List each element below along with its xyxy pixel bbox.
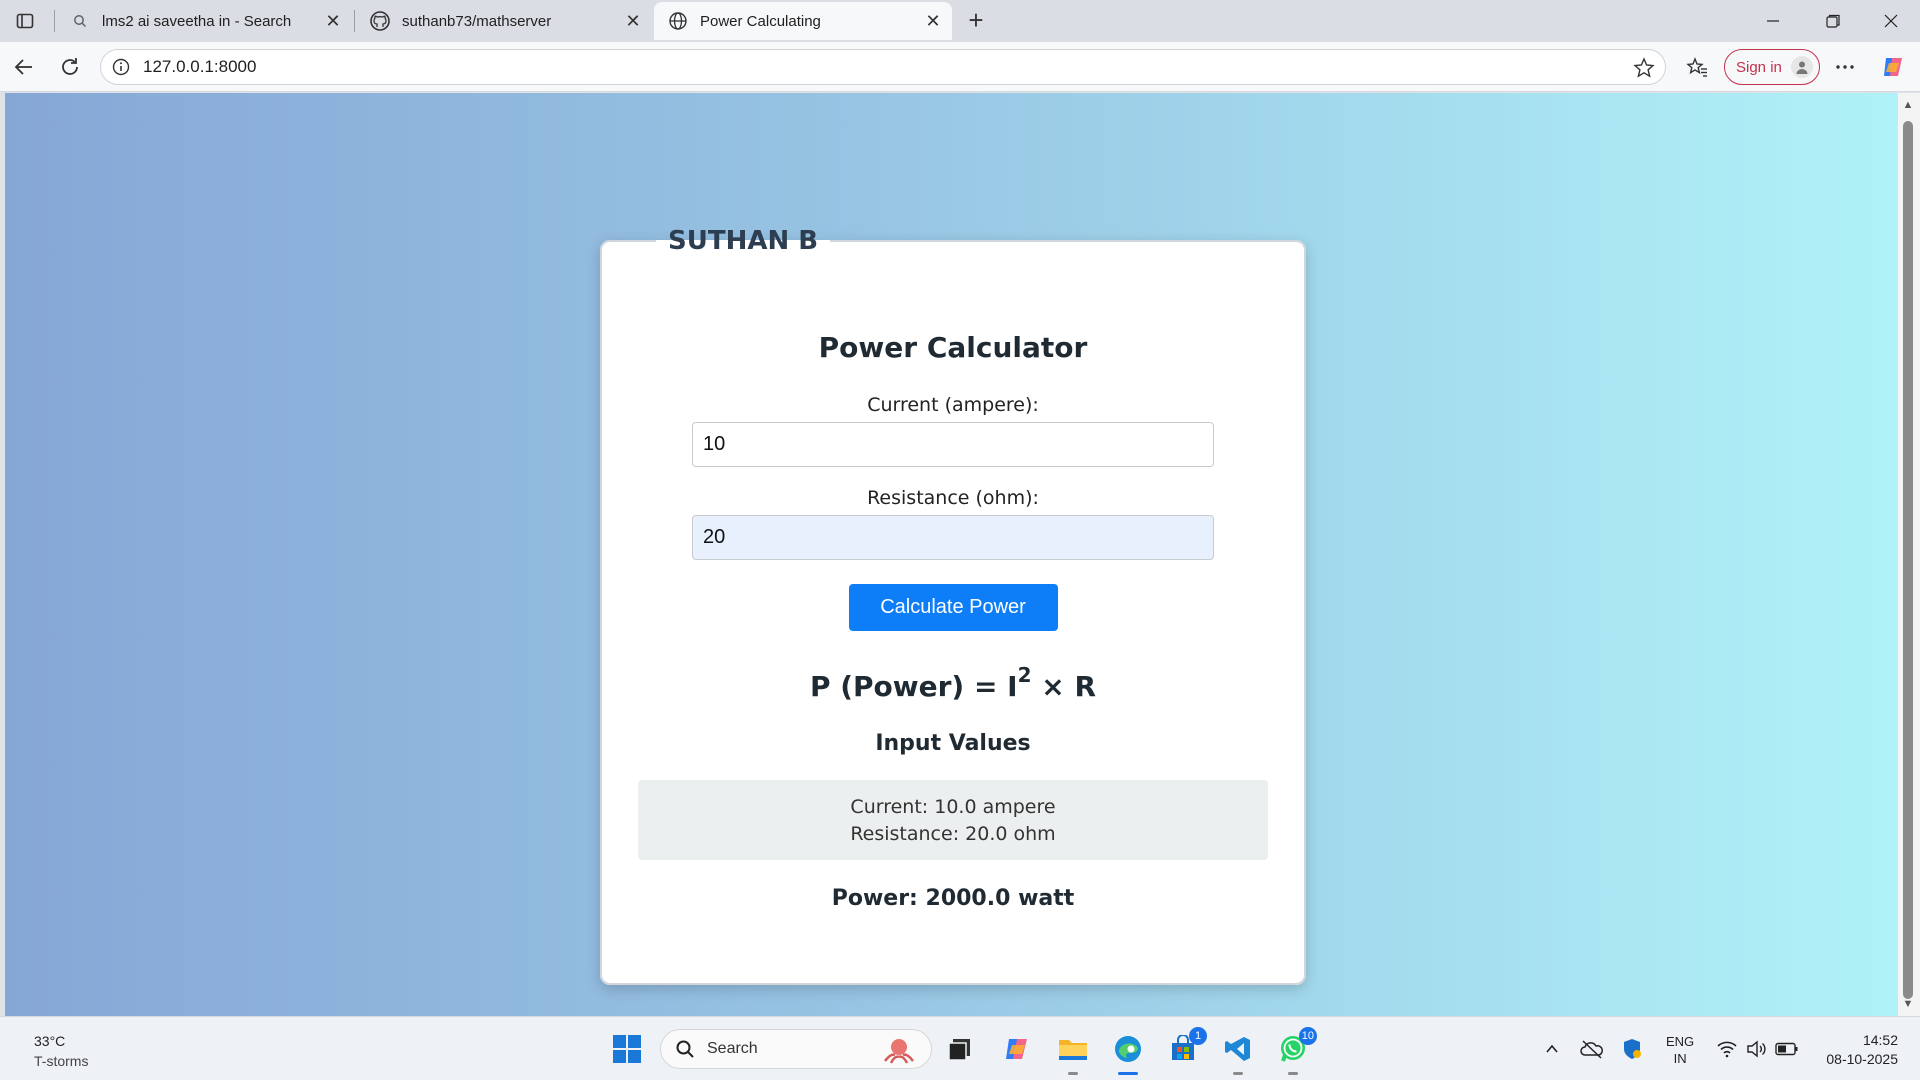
calculator-card: SUTHAN B Power Calculator Current (amper…: [600, 225, 1306, 985]
back-icon[interactable]: [8, 51, 40, 83]
tab-separator: [54, 10, 55, 32]
tab-actions-icon[interactable]: [12, 8, 38, 34]
tab-search[interactable]: lms2 ai saveetha in - Search ✕: [56, 2, 352, 40]
onedrive-icon[interactable]: [1580, 1037, 1604, 1061]
scroll-up-icon[interactable]: ▲: [1902, 99, 1914, 111]
running-indicator: [1288, 1072, 1298, 1075]
new-tab-icon[interactable]: +: [962, 5, 990, 35]
whatsapp-icon[interactable]: 10: [1275, 1027, 1317, 1075]
card-legend: SUTHAN B: [668, 226, 819, 256]
current-label: Current (ampere):: [867, 394, 1039, 416]
tab-title: suthanb73/mathserver: [402, 12, 552, 30]
formula-suffix: × R: [1031, 670, 1097, 703]
input-values-heading: Input Values: [875, 731, 1031, 756]
tab-title: Power Calculating: [700, 12, 821, 30]
address-field[interactable]: 127.0.0.1:8000: [100, 49, 1666, 85]
close-tab-icon[interactable]: ✕: [322, 10, 344, 32]
input-values-box: Current: 10.0 ampere Resistance: 20.0 oh…: [638, 780, 1268, 860]
profile-avatar-icon: [1791, 56, 1813, 78]
formula-exponent: 2: [1017, 663, 1032, 687]
tab-github[interactable]: suthanb73/mathserver ✕: [356, 2, 652, 40]
windows-start-icon[interactable]: [609, 1031, 645, 1067]
site-info-icon[interactable]: [111, 57, 131, 77]
volume-icon[interactable]: [1745, 1037, 1769, 1061]
close-tab-icon[interactable]: ✕: [622, 10, 644, 32]
tab-power-calculating[interactable]: Power Calculating ✕: [654, 2, 952, 40]
current-result: Current: 10.0 ampere: [850, 796, 1056, 818]
language-indicator[interactable]: ENG IN: [1666, 1033, 1694, 1067]
whatsapp-badge: 10: [1298, 1027, 1317, 1045]
more-options-icon[interactable]: [1832, 54, 1858, 80]
search-highlight-icon: [877, 1035, 921, 1065]
scroll-down-icon[interactable]: ▼: [1902, 998, 1914, 1010]
edge-browser-icon[interactable]: [1110, 1031, 1146, 1075]
github-icon: [370, 11, 390, 31]
system-clock[interactable]: 14:52 08-10-2025: [1818, 1031, 1898, 1069]
address-bar-row: 127.0.0.1:8000 Sign in: [0, 42, 1920, 92]
security-shield-icon[interactable]: [1620, 1037, 1644, 1061]
taskbar-search-label: Search: [707, 1040, 758, 1057]
region-code: IN: [1673, 1051, 1687, 1066]
favorites-icon[interactable]: [1684, 54, 1710, 80]
power-result: Power: 2000.0 watt: [831, 886, 1075, 911]
microsoft-store-icon[interactable]: 1: [1165, 1027, 1207, 1067]
language-code: ENG: [1666, 1034, 1695, 1049]
clock-date: 08-10-2025: [1826, 1051, 1898, 1067]
calculate-power-button[interactable]: Calculate Power: [848, 584, 1058, 631]
favorite-star-icon[interactable]: [1633, 57, 1655, 79]
formula-prefix: P (Power) = I: [809, 670, 1018, 703]
weather-temperature: 33°C: [34, 1033, 66, 1049]
page-title: Power Calculator: [818, 331, 1088, 364]
chevron-up-icon[interactable]: [1540, 1037, 1564, 1061]
search-icon: [70, 11, 90, 31]
close-window-icon[interactable]: [1864, 0, 1918, 42]
task-view-icon[interactable]: [942, 1031, 978, 1067]
sign-in-label: Sign in: [1736, 58, 1782, 76]
tab-title: lms2 ai saveetha in - Search: [102, 12, 292, 30]
current-input[interactable]: [692, 422, 1214, 467]
page-viewport: SUTHAN B Power Calculator Current (amper…: [5, 93, 1898, 1016]
resistance-input[interactable]: [692, 515, 1214, 560]
running-indicator: [1118, 1072, 1138, 1075]
resistance-result: Resistance: 20.0 ohm: [850, 823, 1056, 845]
taskbar-search-box[interactable]: Search: [660, 1029, 932, 1069]
url-text: 127.0.0.1:8000: [143, 57, 257, 76]
store-badge: 1: [1189, 1027, 1207, 1045]
close-tab-icon[interactable]: ✕: [922, 10, 944, 32]
weather-condition: T-storms: [34, 1053, 89, 1069]
wifi-icon[interactable]: [1715, 1037, 1739, 1061]
scrollbar-thumb[interactable]: [1903, 121, 1913, 999]
running-indicator: [1233, 1072, 1243, 1075]
power-formula: P (Power) = I2 × R: [638, 663, 1268, 703]
weather-widget[interactable]: 33°C T-storms: [34, 1031, 88, 1071]
clock-time: 14:52: [1862, 1032, 1898, 1048]
vscode-icon[interactable]: [1220, 1031, 1256, 1075]
restore-icon[interactable]: [1806, 0, 1860, 42]
page-scrollbar[interactable]: ▲ ▼: [1898, 93, 1920, 1016]
taskbar: 33°C T-storms Search 1 10 ENG IN 14:52 0…: [0, 1016, 1920, 1080]
globe-icon: [668, 11, 688, 31]
tab-bar: lms2 ai saveetha in - Search ✕ suthanb73…: [0, 0, 1920, 42]
copilot-app-icon[interactable]: [1000, 1031, 1036, 1067]
sign-in-button[interactable]: Sign in: [1724, 49, 1820, 85]
battery-icon[interactable]: [1775, 1037, 1799, 1061]
refresh-icon[interactable]: [54, 51, 86, 83]
file-explorer-icon[interactable]: [1055, 1031, 1091, 1075]
resistance-label: Resistance (ohm):: [867, 487, 1039, 509]
running-indicator: [1068, 1072, 1078, 1075]
copilot-icon[interactable]: [1880, 54, 1906, 80]
minimize-icon[interactable]: [1746, 0, 1800, 42]
search-icon: [675, 1039, 695, 1059]
tab-separator: [354, 10, 355, 32]
